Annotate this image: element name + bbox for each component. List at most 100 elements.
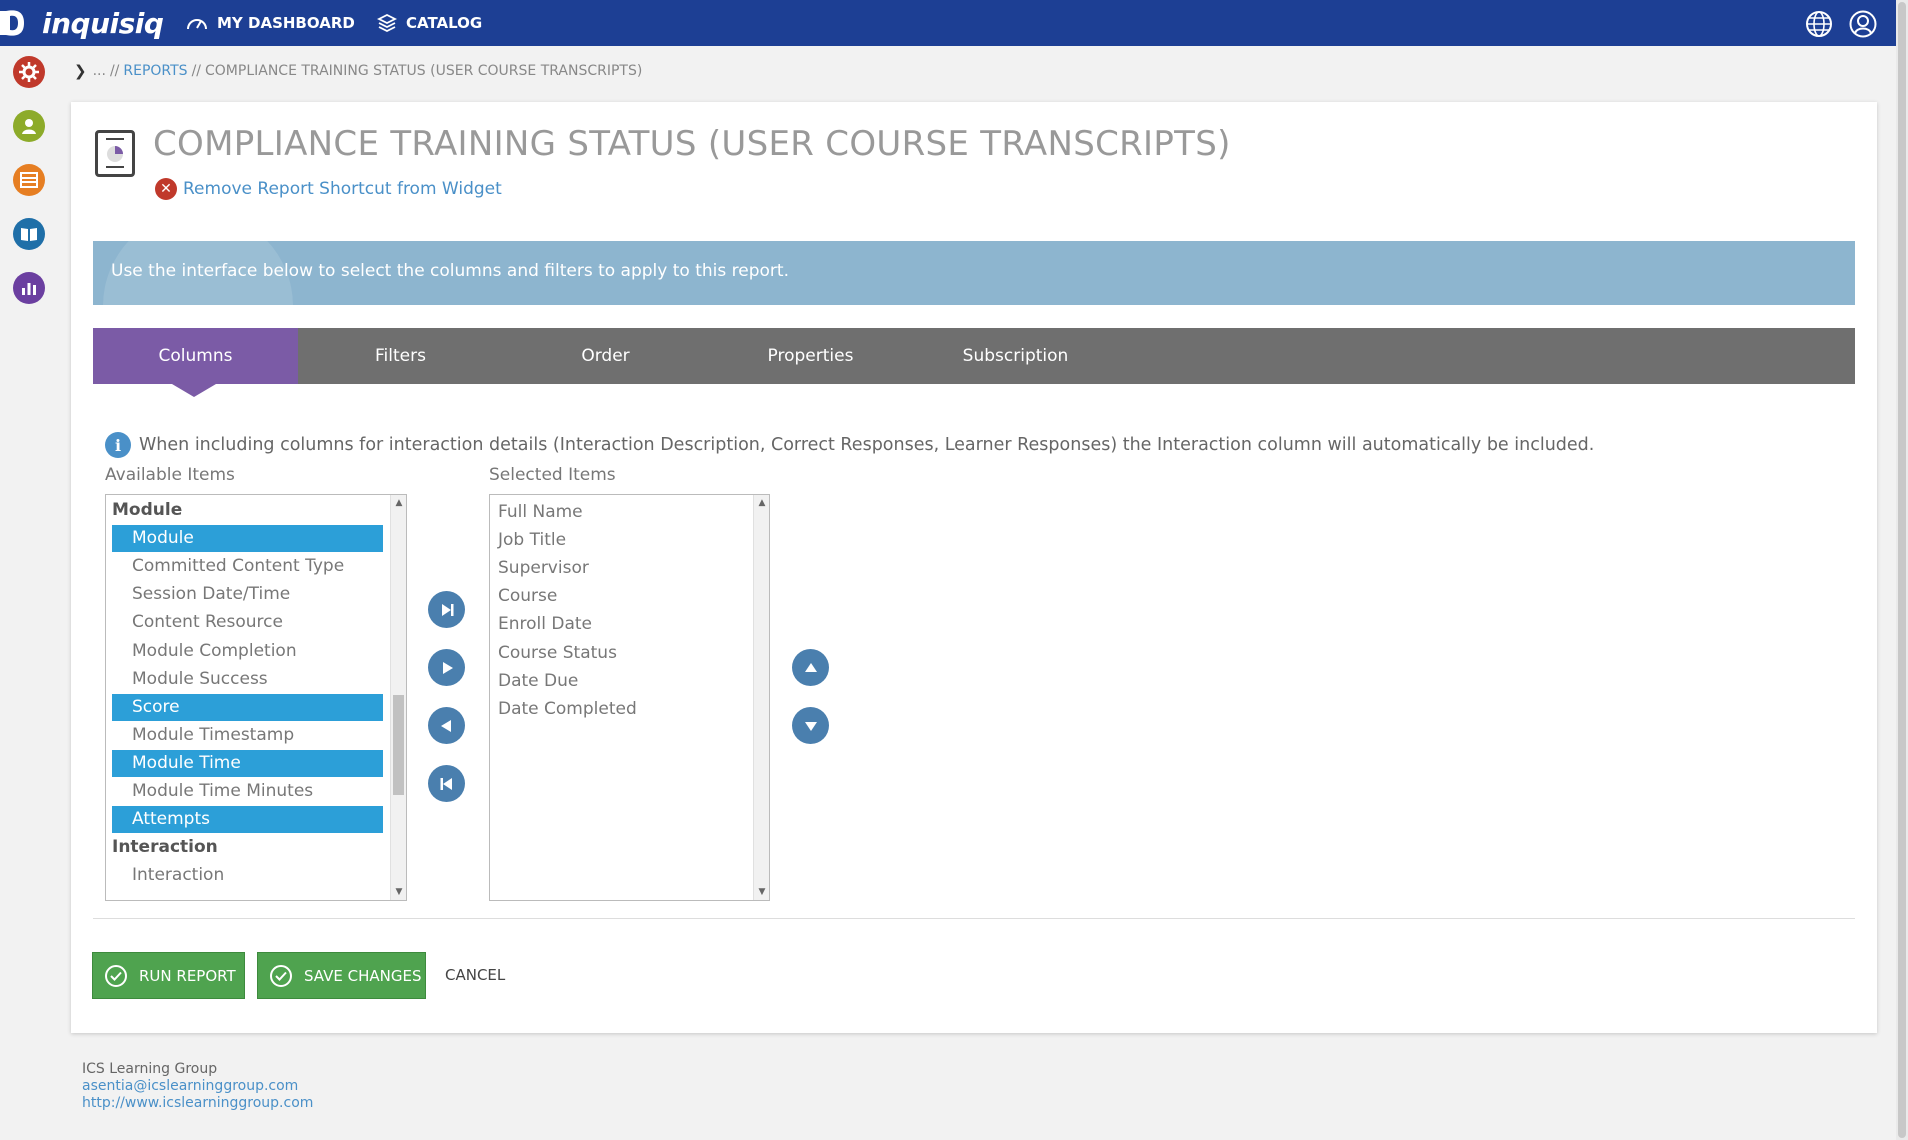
tab-properties-label: Properties [767,346,854,366]
list-item[interactable]: Supervisor [496,555,589,582]
play-right-icon [442,661,453,674]
breadcrumb: ❯ ... // REPORTS // COMPLIANCE TRAINING … [74,62,642,80]
logo-text: inquisiq [42,6,164,40]
tab-columns[interactable]: Columns [93,328,298,384]
save-changes-button[interactable]: SAVE CHANGES [257,952,426,999]
user-profile-icon[interactable] [1849,10,1877,38]
remove-shortcut-link[interactable]: ✕ Remove Report Shortcut from Widget [155,178,502,200]
breadcrumb-separator: // [109,63,120,79]
scroll-down-arrow-icon[interactable]: ▼ [394,887,404,897]
catalog-icon [377,13,397,33]
available-list-scrollbar[interactable]: ▲ ▼ [390,495,406,900]
breadcrumb-toggle-icon[interactable]: ❯ [74,62,87,80]
footer-website-link[interactable]: http://www.icslearninggroup.com [82,1095,313,1112]
tab-properties[interactable]: Properties [708,328,913,384]
list-item[interactable]: Module [112,525,383,553]
logo-icon [0,8,38,38]
tab-subscription[interactable]: Subscription [913,328,1118,384]
scroll-up-arrow-icon[interactable]: ▲ [757,498,767,508]
arrow-down-icon [804,721,817,731]
instruction-text: Use the interface below to select the co… [111,261,789,281]
add-all-button[interactable] [428,591,465,628]
skip-forward-icon [441,603,453,616]
list-item[interactable]: Enroll Date [496,611,592,638]
list-item[interactable]: Interaction [112,862,224,889]
list-item[interactable]: Course [496,583,557,610]
run-report-label: RUN REPORT [139,966,236,985]
list-item[interactable]: Course Status [496,640,617,667]
available-items-label: Available Items [105,465,235,485]
list-item[interactable]: Score [112,693,383,721]
list-item[interactable]: Committed Content Type [112,553,344,580]
form-divider [93,918,1855,919]
breadcrumb-reports-link[interactable]: REPORTS [123,63,187,79]
app-logo[interactable]: inquisiq [0,4,164,42]
book-icon[interactable] [13,218,45,250]
active-tab-pointer [172,384,216,397]
skip-back-icon [440,777,452,790]
list-item[interactable]: Date Completed [496,696,637,723]
list-item[interactable]: Module Timestamp [112,722,294,749]
top-navigation-bar: inquisiq MY DASHBOARD CATALOG [0,0,1896,46]
remove-selected-button[interactable] [428,707,465,744]
list-item[interactable]: Content Resource [112,609,283,636]
move-down-button[interactable] [792,707,829,744]
list-item[interactable]: Date Due [496,668,578,695]
report-document-icon [95,130,135,177]
selected-items-list[interactable]: ▲ ▼ Full Name Job Title Supervisor Course En… [489,494,770,901]
list-item[interactable]: Module Time [112,749,383,777]
users-icon[interactable] [13,110,45,142]
list-item[interactable]: Module Time Minutes [112,778,313,805]
save-changes-label: SAVE CHANGES [304,966,422,985]
breadcrumb-current: COMPLIANCE TRAINING STATUS (USER COURSE … [205,63,643,79]
add-selected-button[interactable] [428,649,465,686]
scrollbar-thumb[interactable] [393,695,404,795]
my-dashboard-label: MY DASHBOARD [217,14,355,32]
report-tabs: Columns Filters Order Properties Subscri… [93,328,1855,384]
list-item[interactable]: Full Name [496,499,583,526]
page-footer: ICS Learning Group asentia@icslearninggr… [82,1061,313,1112]
remove-all-button[interactable] [428,765,465,802]
report-editor-card: COMPLIANCE TRAINING STATUS (USER COURSE … [71,102,1877,1033]
selected-list-scrollbar[interactable]: ▲ ▼ [753,495,769,900]
tab-columns-label: Columns [158,346,233,366]
scroll-down-arrow-icon[interactable]: ▼ [757,887,767,897]
tab-order[interactable]: Order [503,328,708,384]
list-group-header: Module [112,500,183,520]
catalog-link[interactable]: CATALOG [377,0,482,46]
info-text: When including columns for interaction d… [139,435,1595,455]
breadcrumb-ellipsis[interactable]: ... [93,63,106,79]
settings-gear-icon[interactable] [13,56,45,88]
reports-chart-icon[interactable] [13,272,45,304]
available-items-list[interactable]: ▲ ▼ Module Module Committed Content Type Se… [105,494,407,901]
arrow-up-icon [804,662,817,672]
check-circle-icon [270,964,292,987]
play-left-icon [440,719,451,732]
catalog-label: CATALOG [406,14,483,32]
check-circle-icon [105,964,127,987]
breadcrumb-separator: // [191,63,201,79]
page-scrollbar[interactable] [1896,0,1908,1140]
scroll-up-arrow-icon[interactable]: ▲ [394,498,404,508]
remove-icon: ✕ [155,178,177,200]
footer-company: ICS Learning Group [82,1061,218,1077]
list-item[interactable]: Session Date/Time [112,581,290,608]
move-up-button[interactable] [792,649,829,686]
list-group-header: Interaction [112,837,218,858]
list-item[interactable]: Attempts [112,806,383,834]
list-item[interactable]: Module Completion [112,638,297,665]
page-scrollbar-thumb[interactable] [1898,2,1906,1138]
my-dashboard-link[interactable]: MY DASHBOARD [186,0,355,46]
cancel-button[interactable]: CANCEL [445,966,505,984]
footer-email-link[interactable]: asentia@icslearninggroup.com [82,1078,313,1095]
list-item[interactable]: Job Title [496,527,566,554]
page-title: COMPLIANCE TRAINING STATUS (USER COURSE … [153,124,1231,164]
tab-filters[interactable]: Filters [298,328,503,384]
tab-subscription-label: Subscription [962,346,1069,366]
info-icon: i [105,432,131,458]
list-item[interactable]: Module Success [112,666,268,693]
content-icon[interactable] [13,164,45,196]
info-message: i When including columns for interaction… [105,432,1594,458]
run-report-button[interactable]: RUN REPORT [92,952,245,999]
globe-icon[interactable] [1805,10,1833,38]
